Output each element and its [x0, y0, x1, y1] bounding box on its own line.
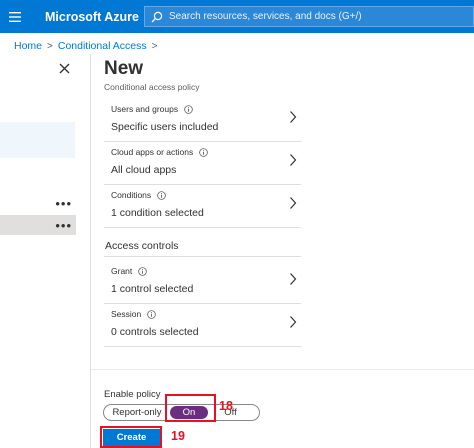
access-controls-header: Access controls	[104, 240, 301, 257]
toggle-report-only[interactable]: Report-only	[104, 405, 170, 420]
annotation-number-19: 19	[171, 429, 185, 443]
annotation-number-18: 18	[219, 399, 233, 413]
info-icon[interactable]	[199, 147, 208, 157]
session-card[interactable]: Session 0 controls selected	[104, 304, 301, 347]
info-icon[interactable]	[147, 309, 157, 319]
chevron-right-icon	[290, 111, 297, 123]
left-blade: ••• •••	[0, 54, 90, 448]
card-label: Session	[111, 309, 142, 319]
card-label: Cloud apps or actions	[111, 147, 194, 157]
page-title: New	[104, 58, 144, 79]
chevron-right-icon	[290, 197, 297, 209]
more-options-icon[interactable]: •••	[55, 197, 72, 210]
card-value: All cloud apps	[111, 164, 177, 176]
page-subtitle: Conditional access policy	[104, 82, 200, 92]
card-value: 0 controls selected	[111, 326, 199, 338]
search-box[interactable]	[144, 6, 474, 27]
enable-policy-label: Enable policy	[104, 389, 161, 400]
menu-icon[interactable]	[0, 0, 30, 33]
cloud-apps-card[interactable]: Cloud apps or actions All cloud apps	[104, 142, 301, 185]
close-icon	[59, 63, 69, 73]
breadcrumb-separator: >	[47, 40, 53, 52]
chevron-right-icon	[290, 273, 297, 285]
chevron-right-icon	[290, 154, 297, 166]
info-icon[interactable]	[184, 104, 193, 114]
card-value: 1 control selected	[111, 283, 194, 295]
search-icon	[151, 11, 163, 22]
info-icon[interactable]	[157, 190, 166, 200]
annotation-box-19	[100, 426, 162, 448]
card-label: Users and groups	[111, 104, 179, 114]
card-value: Specific users included	[111, 121, 219, 133]
left-selected-row[interactable]	[0, 122, 75, 158]
footer-divider	[91, 369, 474, 370]
top-bar: Microsoft Azure	[0, 0, 474, 33]
chevron-right-icon	[290, 316, 297, 328]
users-and-groups-card[interactable]: Users and groups Specific users included	[104, 99, 301, 142]
breadcrumb-conditional-access[interactable]: Conditional Access	[58, 40, 147, 52]
breadcrumb-separator: >	[151, 40, 158, 52]
annotation-box-18	[165, 394, 216, 422]
new-policy-blade: New Conditional access policy Users and …	[91, 54, 474, 448]
card-label: Grant	[111, 266, 133, 276]
card-label: Conditions	[111, 190, 152, 200]
list-item[interactable]: •••	[0, 193, 76, 213]
breadcrumb-home[interactable]: Home	[14, 40, 42, 52]
conditions-card[interactable]: Conditions 1 condition selected	[104, 185, 301, 228]
info-icon[interactable]	[138, 266, 148, 276]
brand-title[interactable]: Microsoft Azure	[45, 10, 139, 24]
more-options-icon[interactable]: •••	[55, 219, 72, 232]
search-input[interactable]	[169, 11, 429, 22]
list-item[interactable]: •••	[0, 215, 76, 235]
grant-card[interactable]: Grant 1 control selected	[104, 261, 301, 304]
breadcrumb: Home > Conditional Access >	[14, 39, 162, 53]
card-value: 1 condition selected	[111, 207, 204, 219]
close-button[interactable]	[57, 61, 71, 75]
